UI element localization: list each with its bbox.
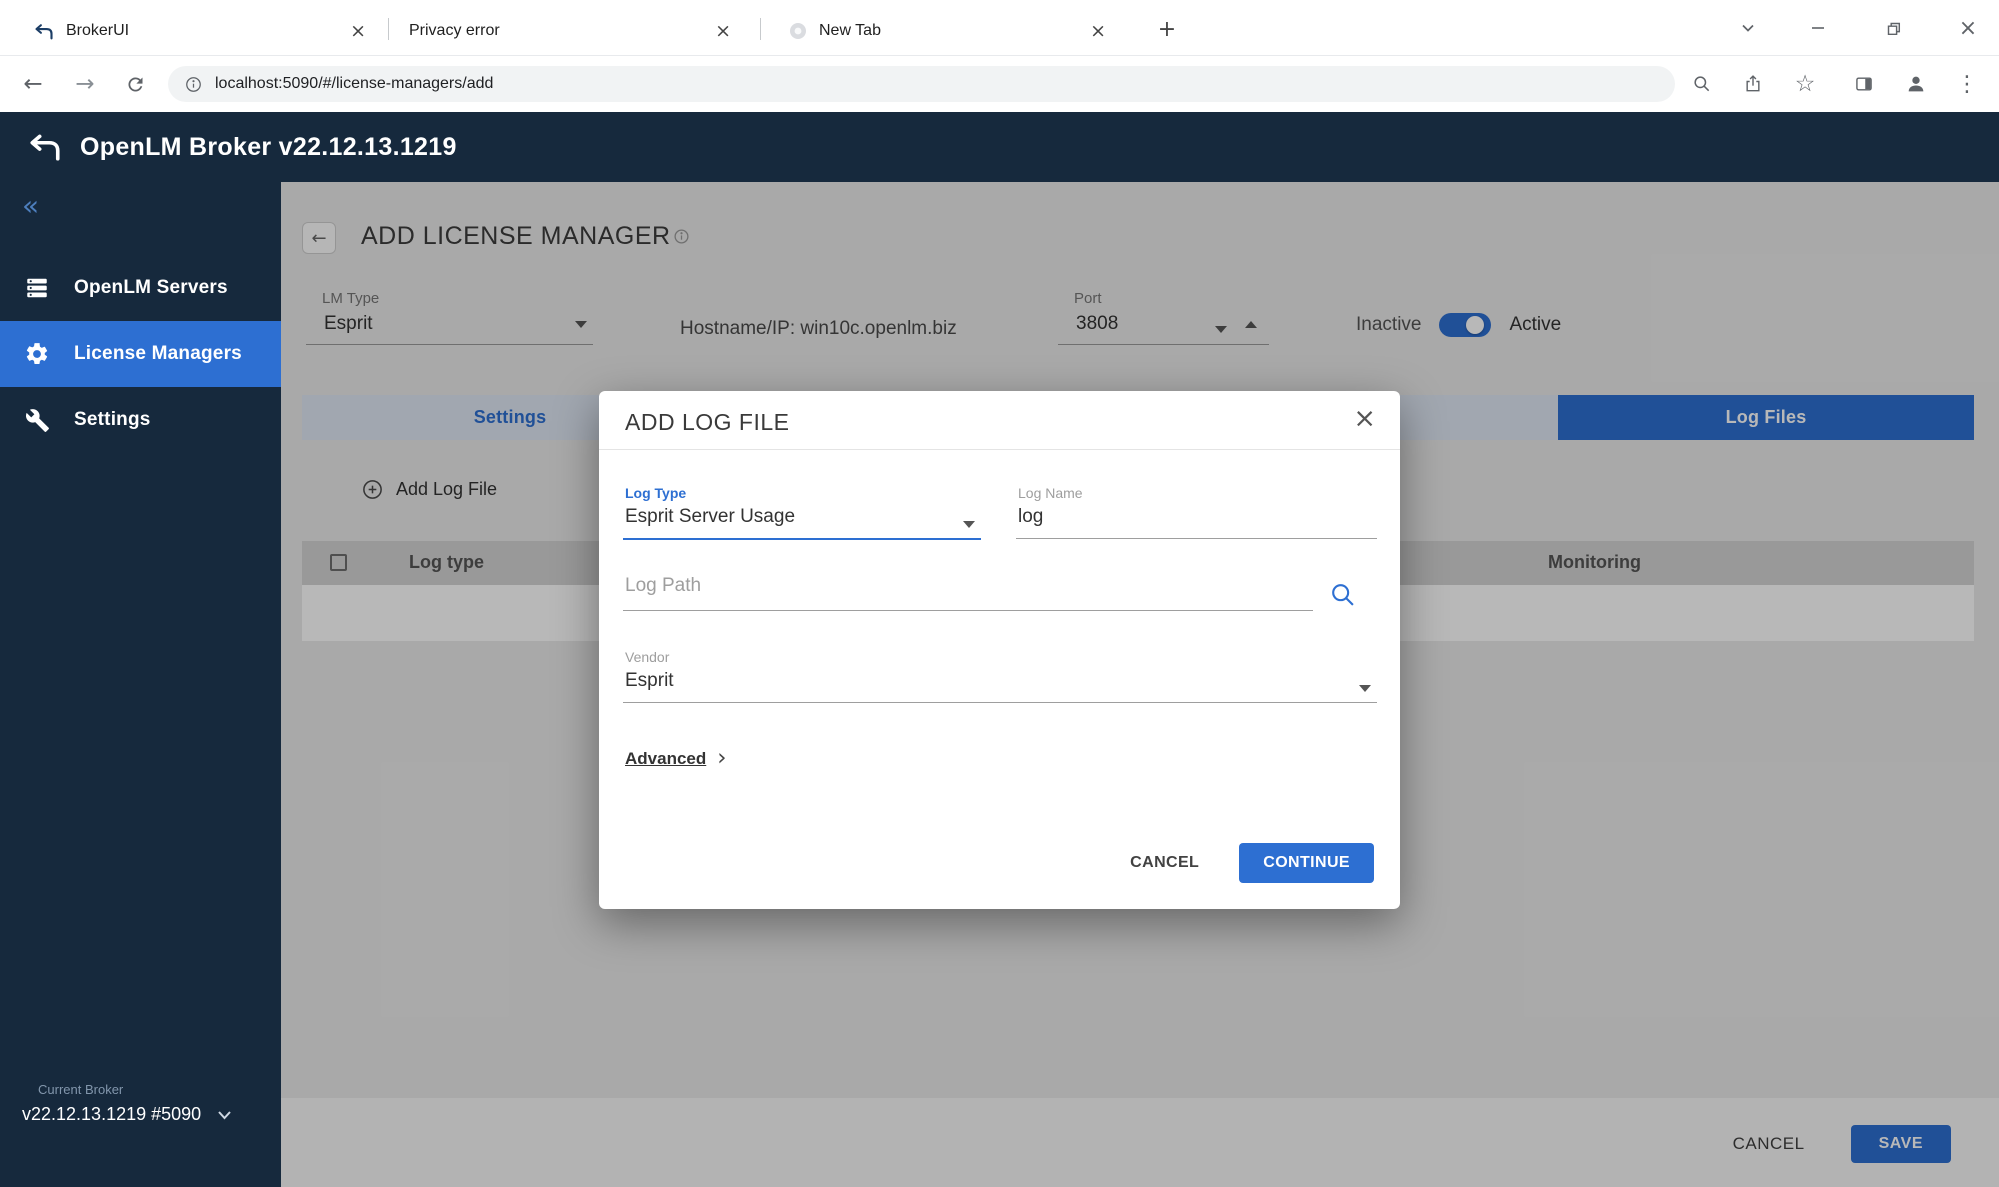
dialog-actions: CANCEL CONTINUE (1130, 843, 1374, 883)
sidebar-item-openlm-servers[interactable]: OpenLM Servers (0, 255, 281, 321)
site-info-icon[interactable] (184, 75, 203, 94)
app-header: OpenLM Broker v22.12.13.1219 (0, 112, 1999, 182)
dropdown-caret-icon (963, 521, 975, 528)
tab-close-icon[interactable]: × (715, 22, 731, 41)
main-content: ← ADD LICENSE MANAGER LM Type Esprit Hos… (281, 182, 1999, 1187)
vendor-label: Vendor (625, 649, 1377, 665)
newtab-favicon-icon (789, 22, 807, 40)
window-minimize-button[interactable] (1792, 0, 1844, 56)
chevron-down-icon[interactable] (217, 1110, 232, 1120)
tab-title: Privacy error (409, 22, 701, 40)
current-broker-footer[interactable]: Current Broker v22.12.13.1219 #5090 (22, 1082, 232, 1125)
log-name-field: Log Name (1016, 485, 1377, 539)
browser-back-button[interactable]: ← (15, 66, 51, 102)
browser-toolbar: ← → localhost:5090/#/license-managers/ad… (0, 56, 1999, 112)
browser-tab-brokerui[interactable]: BrokerUI × (20, 6, 380, 56)
tab-close-icon[interactable]: × (1090, 22, 1106, 41)
servers-icon (22, 275, 52, 301)
sidebar-item-label: License Managers (74, 343, 242, 365)
gear-icon (22, 341, 52, 367)
log-path-input[interactable] (623, 557, 1313, 611)
app-title: OpenLM Broker v22.12.13.1219 (80, 133, 457, 162)
log-name-label: Log Name (1018, 485, 1377, 501)
chevron-right-icon: › (717, 747, 726, 770)
tab-title: BrokerUI (66, 22, 336, 40)
advanced-label: Advanced (625, 749, 706, 769)
sidebar: « OpenLM Servers License Managers Settin… (0, 182, 281, 1187)
broker-version-text: v22.12.13.1219 #5090 (22, 1104, 201, 1125)
vendor-select[interactable]: Vendor Esprit (623, 649, 1377, 703)
screen: BrokerUI × Privacy error × New Tab × + × (0, 0, 1999, 1187)
vendor-value: Esprit (625, 670, 674, 692)
side-panel-icon[interactable] (1847, 68, 1881, 100)
bookmark-star-icon[interactable]: ☆ (1788, 68, 1822, 100)
sidebar-collapse-button[interactable]: « (22, 192, 39, 220)
browser-tab-new-tab[interactable]: New Tab × (775, 6, 1120, 56)
tools-icon (22, 408, 52, 433)
tab-search-chevron-icon[interactable] (1722, 0, 1774, 56)
sidebar-item-label: OpenLM Servers (74, 277, 228, 299)
tab-separator (388, 18, 389, 40)
dialog-divider (599, 449, 1400, 450)
new-tab-button[interactable]: + (1152, 14, 1182, 44)
window-close-button[interactable]: × (1937, 0, 1999, 56)
log-type-select[interactable]: Log Type Esprit Server Usage (623, 485, 981, 540)
search-icon[interactable] (1329, 581, 1357, 614)
tab-close-icon[interactable]: × (350, 22, 366, 41)
sidebar-item-settings[interactable]: Settings (0, 387, 281, 453)
add-log-file-dialog: ADD LOG FILE × Log Type Esprit Server Us… (599, 391, 1400, 909)
browser-menu-kebab-icon[interactable]: ⋮ (1950, 68, 1984, 100)
profile-avatar-icon[interactable] (1899, 68, 1933, 100)
dialog-cancel-button[interactable]: CANCEL (1130, 854, 1199, 872)
openlm-logo-icon (28, 133, 62, 161)
close-icon[interactable]: × (1353, 405, 1376, 432)
share-icon[interactable] (1736, 68, 1770, 100)
sidebar-item-label: Settings (74, 409, 151, 431)
window-restore-button[interactable] (1867, 0, 1919, 56)
zoom-icon[interactable] (1685, 68, 1719, 100)
dropdown-caret-icon (1359, 685, 1371, 692)
address-bar[interactable]: localhost:5090/#/license-managers/add (168, 66, 1675, 102)
browser-tab-privacy-error[interactable]: Privacy error × (395, 6, 745, 56)
log-type-value: Esprit Server Usage (625, 506, 795, 528)
browser-tabstrip: BrokerUI × Privacy error × New Tab × + × (0, 0, 1999, 56)
log-type-label: Log Type (625, 485, 981, 501)
browser-forward-button[interactable]: → (67, 66, 103, 102)
log-name-input[interactable] (1016, 501, 1377, 539)
sidebar-item-license-managers[interactable]: License Managers (0, 321, 281, 387)
url-text: localhost:5090/#/license-managers/add (215, 75, 493, 93)
current-broker-label: Current Broker (38, 1082, 232, 1097)
dialog-continue-button[interactable]: CONTINUE (1239, 843, 1374, 883)
tab-title: New Tab (819, 22, 1076, 40)
advanced-link[interactable]: Advanced › (625, 747, 726, 770)
tab-separator (760, 18, 761, 40)
brokerui-favicon-icon (34, 23, 54, 40)
dialog-title: ADD LOG FILE (625, 409, 789, 436)
log-path-field (623, 557, 1313, 611)
browser-reload-button[interactable] (117, 66, 153, 102)
